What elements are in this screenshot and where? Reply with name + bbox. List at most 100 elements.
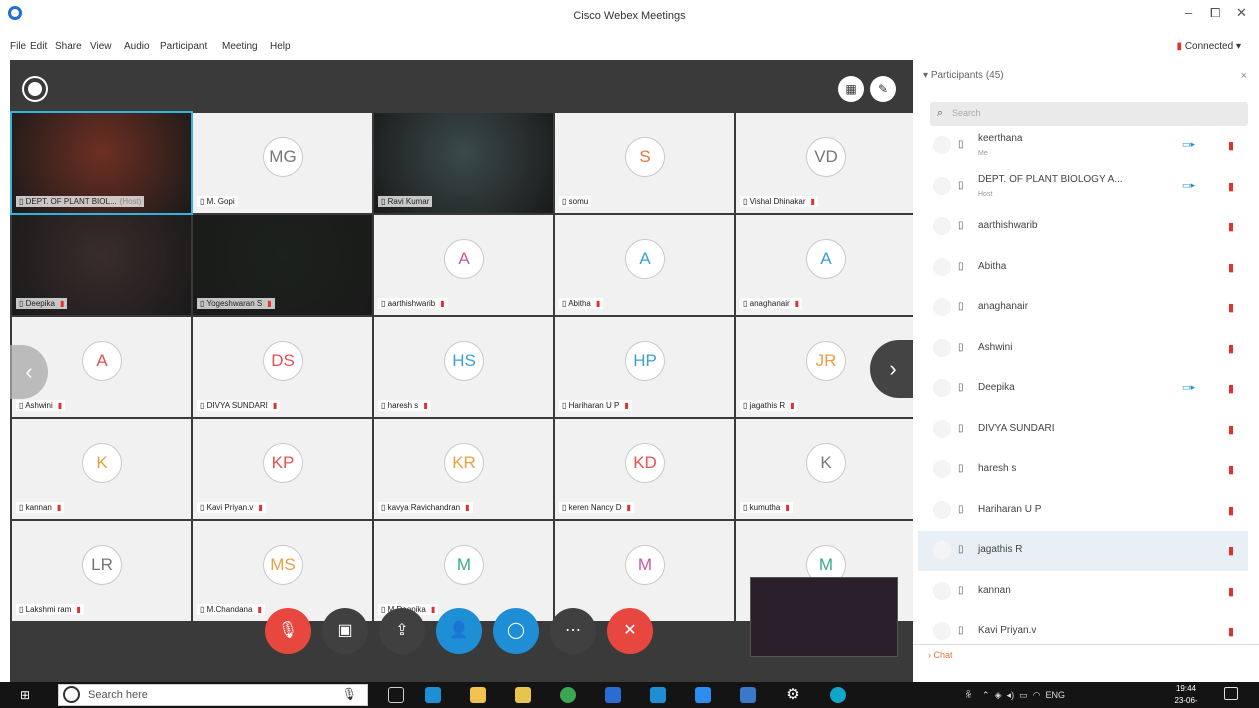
panel-close-icon[interactable]: × [1241,70,1247,82]
photo-viewer-icon[interactable] [740,687,756,703]
video-tile[interactable]: ▯ Yogeshwaran S ▮ [193,215,372,315]
participants-button[interactable]: 👤 [436,608,482,654]
participant-row[interactable]: ▯ haresh s ▮ [918,450,1248,490]
muted-mic-icon[interactable]: ▮ [1228,139,1234,152]
maximize-button[interactable]: ⧠ [1210,6,1220,20]
chrome-icon[interactable] [560,687,576,703]
muted-mic-icon[interactable]: ▮ [1228,180,1234,193]
video-tile[interactable]: MS ▯ M.Chandana ▮ [193,521,372,621]
panel-title[interactable]: ▾ Participants (45) [923,70,1004,81]
video-tile[interactable]: K ▯ kannan ▮ [12,419,191,519]
camera-on-icon[interactable]: ▭▸ [1182,382,1195,393]
participant-row[interactable]: ▯ anaghanair ▮ [918,288,1248,328]
wifi-icon[interactable]: ◠ [1033,690,1041,700]
more-button[interactable]: ⋯ [550,608,596,654]
video-tile[interactable]: HP ▯ Hariharan U P ▮ [555,317,734,417]
video-tile[interactable]: DS ▯ DIVYA SUNDARI ▮ [193,317,372,417]
chat-button[interactable]: ◯ [493,608,539,654]
language-indicator[interactable]: ENG [1045,690,1065,700]
muted-mic-icon[interactable]: ▮ [1228,220,1234,233]
muted-mic-icon[interactable]: ▮ [1228,463,1234,476]
mute-button[interactable]: 🎙 [265,608,311,654]
muted-mic-icon[interactable]: ▮ [1228,342,1234,355]
video-button[interactable]: ▣ [322,608,368,654]
muted-mic-icon[interactable]: ▮ [1228,625,1234,638]
menu-view[interactable]: View [90,41,112,52]
muted-mic-icon[interactable]: ▮ [1228,504,1234,517]
participant-row[interactable]: ▯ kannan ▮ [918,572,1248,612]
participant-row[interactable]: ▯ Hariharan U P ▮ [918,491,1248,531]
participant-row[interactable]: ▯ Abitha ▮ [918,248,1248,288]
video-tile[interactable]: K ▯ kumutha ▮ [736,419,915,519]
video-tile[interactable]: KP ▯ Kavi Priyan.v ▮ [193,419,372,519]
muted-mic-icon[interactable]: ▮ [1228,585,1234,598]
chat-toggle[interactable]: › Chat [928,650,953,660]
participant-row[interactable]: ▯ jagathis R ▮ [918,531,1248,571]
video-tile[interactable]: A ▯ Abitha ▮ [555,215,734,315]
participant-row[interactable]: ▯ Deepika ▭▸ ▮ [918,369,1248,409]
muted-mic-icon[interactable]: ▮ [1228,301,1234,314]
self-view-video[interactable] [750,577,898,657]
video-tile[interactable]: HS ▯ haresh s ▮ [374,317,553,417]
close-button[interactable]: ✕ [1236,6,1247,20]
participant-row[interactable]: ▯ Kavi Priyan.v ▮ [918,612,1248,652]
settings-gear-icon[interactable]: ⚙ [785,687,801,703]
taskbar-search-input[interactable]: Search here 🎙 [58,684,368,706]
notification-icon[interactable] [1224,687,1238,700]
start-icon[interactable]: ⊞ [20,688,30,702]
mail-icon[interactable] [605,687,621,703]
participant-row[interactable]: ▯ aarthishwarib ▮ [918,207,1248,247]
muted-mic-icon[interactable]: ▮ [1228,423,1234,436]
video-tile[interactable]: A ▯ aarthishwarib ▮ [374,215,553,315]
menu-participant[interactable]: Participant [160,41,207,52]
store-icon[interactable] [470,687,486,703]
video-tile[interactable]: KR ▯ kavya Ravichandran ▮ [374,419,553,519]
share-button[interactable]: ⇪ [379,608,425,654]
file-explorer-icon[interactable] [515,687,531,703]
network-icon[interactable]: ◈ [995,690,1002,700]
video-tile[interactable]: LR ▯ Lakshmi ram ▮ [12,521,191,621]
clock[interactable]: 19:44 23-06-2020 [1166,683,1206,708]
video-tile[interactable]: M▯ M.Deepika▮ [374,521,553,621]
speaker-icon[interactable]: ◂) [1007,690,1015,700]
video-tile[interactable]: M [555,521,734,621]
participant-row[interactable]: ▯ keerthana Me ▭▸ ▮ [918,126,1248,166]
video-tile[interactable]: KD ▯ keren Nancy D ▮ [555,419,734,519]
video-tile[interactable]: VD ▯ Vishal Dhinakar ▮ [736,113,915,213]
menu-file[interactable]: File [10,41,26,52]
meeting-info-icon[interactable] [24,78,46,100]
muted-mic-icon[interactable]: ▮ [1228,382,1234,395]
menu-audio[interactable]: Audio [124,41,150,52]
task-view-icon[interactable] [388,687,404,703]
menu-share[interactable]: Share [55,41,82,52]
participant-row[interactable]: ▯ DEPT. OF PLANT BIOLOGY A... Host ▭▸ ▮ [918,167,1248,207]
menu-edit[interactable]: Edit [30,41,47,52]
camera-on-icon[interactable]: ▭▸ [1182,139,1195,150]
menu-help[interactable]: Help [270,41,291,52]
battery-icon[interactable]: ▭ [1019,690,1028,700]
zoom-icon[interactable] [695,687,711,703]
edge-icon[interactable] [425,687,441,703]
menu-meeting[interactable]: Meeting [222,41,258,52]
participant-search-input[interactable]: ⌕ Search [930,102,1248,126]
annotate-icon[interactable]: ✎ [870,76,896,102]
muted-mic-icon[interactable]: ▮ [1228,261,1234,274]
participant-row[interactable]: ▯ Ashwini ▮ [918,329,1248,369]
chevron-up-icon[interactable]: ⌃ [982,690,990,700]
video-tile[interactable]: ▯ Deepika ▮ [12,215,191,315]
leave-button[interactable]: ✕ [607,608,653,654]
camera-on-icon[interactable]: ▭▸ [1182,180,1195,191]
photos-icon[interactable] [650,687,666,703]
video-tile[interactable]: ▯ Ravi Kumar [374,113,553,213]
participant-row[interactable]: ▯ DIVYA SUNDARI ▮ [918,410,1248,450]
connection-status[interactable]: ▮ Connected ▾ [1177,41,1241,52]
people-icon[interactable]: ꆜ [965,690,972,700]
video-tile[interactable]: ▯ DEPT. OF PLANT BIOL... (Host) [10,111,193,215]
microphone-icon[interactable]: 🎙 [342,687,357,701]
webex-taskbar-icon[interactable] [830,687,846,703]
video-tile[interactable]: A ▯ anaghanair ▮ [736,215,915,315]
muted-mic-icon[interactable]: ▮ [1228,544,1234,557]
minimize-button[interactable]: – [1185,6,1192,20]
video-tile[interactable]: MG ▯ M. Gopi [193,113,372,213]
layout-icon[interactable]: ▦ [838,76,864,102]
